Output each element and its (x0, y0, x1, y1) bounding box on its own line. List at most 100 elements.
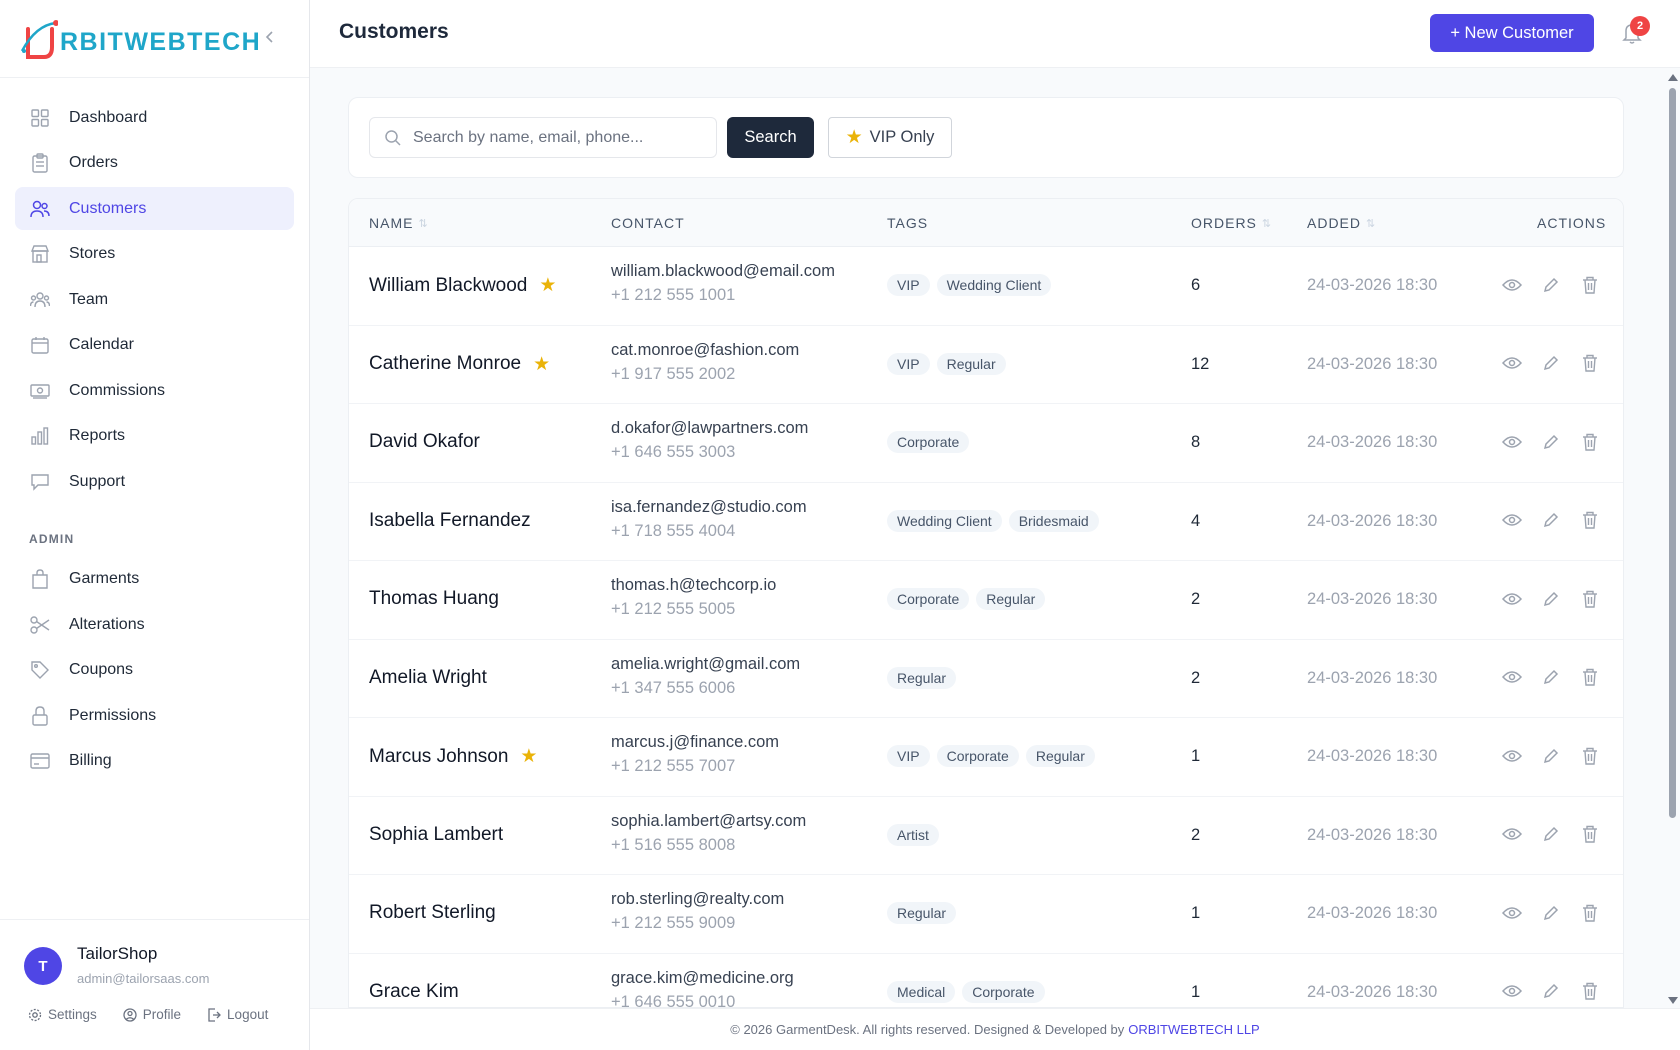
view-icon[interactable] (1501, 588, 1522, 609)
star-icon: ★ (845, 127, 863, 148)
view-icon[interactable] (1501, 510, 1522, 531)
view-icon[interactable] (1501, 353, 1522, 374)
brand[interactable]: RBITWEBTECH (0, 0, 309, 78)
new-customer-button[interactable]: + New Customer (1430, 14, 1594, 52)
delete-icon[interactable] (1579, 981, 1600, 1002)
customer-tags: VIP Regular (887, 352, 1006, 375)
grid-icon (29, 107, 51, 129)
customer-name-text: Amelia Wright (369, 666, 487, 688)
view-icon[interactable] (1501, 667, 1522, 688)
view-icon[interactable] (1501, 274, 1522, 295)
customer-added: 24-03-2026 18:30 (1307, 982, 1438, 1001)
sidebar-item-commissions[interactable]: Commissions (15, 369, 294, 412)
delete-icon[interactable] (1579, 353, 1600, 374)
column-header-name[interactable]: NAME ⇅ (369, 215, 429, 231)
customer-name[interactable]: Amelia Wright (369, 667, 487, 689)
table-row[interactable]: Catherine Monroe ★ cat.monroe@fashion.com +… (349, 326, 1623, 404)
sidebar-item-reports[interactable]: Reports (15, 415, 294, 458)
delete-icon[interactable] (1579, 745, 1600, 766)
customer-name[interactable]: Catherine Monroe ★ (369, 353, 550, 376)
sidebar-item-garments[interactable]: Garments (15, 558, 294, 601)
customer-name-text: Isabella Fernandez (369, 509, 531, 531)
delete-icon[interactable] (1579, 510, 1600, 531)
page-scrollbar[interactable] (1666, 70, 1680, 1008)
customer-name[interactable]: Isabella Fernandez (369, 510, 531, 532)
edit-icon[interactable] (1540, 981, 1561, 1002)
tag-badge: Regular (936, 352, 1006, 375)
sidebar-item-stores[interactable]: Stores (15, 233, 294, 276)
delete-icon[interactable] (1579, 824, 1600, 845)
view-icon[interactable] (1501, 745, 1522, 766)
sidebar-item-team[interactable]: Team (15, 278, 294, 321)
row-actions (1501, 353, 1600, 374)
sidebar-item-permissions[interactable]: Permissions (15, 694, 294, 737)
sidebar-item-billing[interactable]: Billing (15, 740, 294, 783)
table-row[interactable]: Sophia Lambert sophia.lambert@artsy.com +1… (349, 797, 1623, 875)
user-email: admin@tailorsaas.com (77, 971, 210, 986)
delete-icon[interactable] (1579, 667, 1600, 688)
column-label: TAGS (887, 215, 929, 231)
customer-name[interactable]: Grace Kim (369, 981, 459, 1003)
profile-link[interactable]: Profile (123, 1007, 181, 1022)
table-row[interactable]: Robert Sterling rob.sterling@realty.com +1… (349, 875, 1623, 954)
customer-name[interactable]: Robert Sterling (369, 902, 496, 924)
edit-icon[interactable] (1540, 588, 1561, 609)
column-header-added[interactable]: ADDED ⇅ (1307, 215, 1376, 231)
view-icon[interactable] (1501, 824, 1522, 845)
customer-email: amelia.wright@gmail.com (611, 654, 801, 673)
sidebar-item-support[interactable]: Support (15, 460, 294, 503)
customer-name[interactable]: David Okafor (369, 431, 480, 453)
column-header-orders[interactable]: ORDERS ⇅ (1191, 215, 1272, 231)
table-row[interactable]: Marcus Johnson ★ marcus.j@finance.com +1 21… (349, 718, 1623, 797)
customer-name[interactable]: Marcus Johnson ★ (369, 745, 537, 768)
view-icon[interactable] (1501, 902, 1522, 923)
sidebar-item-customers[interactable]: Customers (15, 187, 294, 230)
customer-name[interactable]: Thomas Huang (369, 588, 499, 610)
edit-icon[interactable] (1540, 902, 1561, 923)
sidebar: RBITWEBTECH Dashboard Orders Customers S… (0, 0, 310, 1050)
delete-icon[interactable] (1579, 588, 1600, 609)
edit-icon[interactable] (1540, 824, 1561, 845)
delete-icon[interactable] (1579, 274, 1600, 295)
collapse-sidebar-button[interactable] (259, 26, 281, 48)
edit-icon[interactable] (1540, 667, 1561, 688)
edit-icon[interactable] (1540, 353, 1561, 374)
edit-icon[interactable] (1540, 274, 1561, 295)
user-name: TailorShop (77, 944, 158, 963)
sidebar-item-alterations[interactable]: Alterations (15, 603, 294, 646)
search-input[interactable] (413, 118, 708, 157)
delete-icon[interactable] (1579, 431, 1600, 452)
delete-icon[interactable] (1579, 902, 1600, 923)
table-row[interactable]: Thomas Huang thomas.h@techcorp.io +1 212 5… (349, 561, 1623, 640)
settings-link[interactable]: Settings (28, 1007, 97, 1022)
table-row[interactable]: Isabella Fernandez isa.fernandez@studio.c… (349, 483, 1623, 561)
search-button[interactable]: Search (727, 117, 814, 158)
sidebar-item-label: Customers (69, 199, 147, 217)
scroll-up-arrow[interactable] (1668, 74, 1678, 81)
sidebar-item-calendar[interactable]: Calendar (15, 324, 294, 367)
vip-only-button[interactable]: ★ VIP Only (828, 117, 952, 158)
edit-icon[interactable] (1540, 431, 1561, 452)
scroll-thumb[interactable] (1669, 88, 1676, 818)
sidebar-item-dashboard[interactable]: Dashboard (15, 96, 294, 139)
customer-name[interactable]: Sophia Lambert (369, 824, 503, 846)
footer-link[interactable]: ORBITWEBTECH LLP (1128, 1022, 1259, 1037)
customer-name[interactable]: William Blackwood ★ (369, 274, 556, 297)
avatar[interactable]: T (24, 947, 62, 985)
edit-icon[interactable] (1540, 745, 1561, 766)
edit-icon[interactable] (1540, 510, 1561, 531)
scroll-down-arrow[interactable] (1668, 997, 1678, 1004)
table-row[interactable]: David Okafor d.okafor@lawpartners.com +1 6… (349, 404, 1623, 483)
table-row[interactable]: Amelia Wright amelia.wright@gmail.com +1 3… (349, 640, 1623, 718)
view-icon[interactable] (1501, 431, 1522, 452)
logout-link[interactable]: Logout (207, 1007, 268, 1022)
sidebar-item-orders[interactable]: Orders (15, 142, 294, 185)
table-row[interactable]: William Blackwood ★ william.blackwood@emai… (349, 247, 1623, 326)
row-actions (1501, 431, 1600, 452)
brand-name: RBITWEBTECH (60, 28, 262, 56)
customer-orders: 8 (1191, 433, 1201, 451)
view-icon[interactable] (1501, 981, 1522, 1002)
customer-tags: Regular (887, 666, 957, 689)
table-row[interactable]: Grace Kim grace.kim@medicine.org +1 646 55… (349, 954, 1623, 1007)
sidebar-item-coupons[interactable]: Coupons (15, 649, 294, 692)
